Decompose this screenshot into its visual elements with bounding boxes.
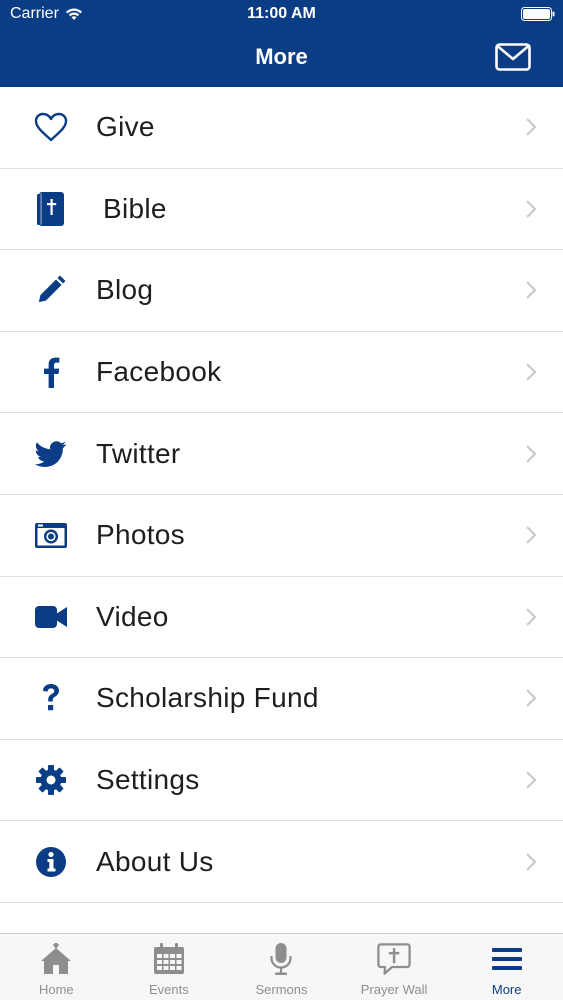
facebook-icon <box>33 354 69 390</box>
menu-item-settings[interactable]: Settings <box>0 739 563 822</box>
page-title: More <box>255 44 308 69</box>
chevron-right-icon <box>526 281 537 300</box>
chevron-right-icon <box>526 444 537 463</box>
more-menu-list: Give Bible Blog Facebook Twitter Photos … <box>0 87 563 903</box>
question-mark-icon <box>33 680 69 716</box>
menu-item-about-us[interactable]: About Us <box>0 821 563 903</box>
menu-item-label: Scholarship Fund <box>96 682 319 714</box>
menu-item-photos[interactable]: Photos <box>0 494 563 577</box>
camera-icon <box>33 517 69 553</box>
chevron-right-icon <box>526 363 537 381</box>
status-bar: Carrier 11:00 AM <box>0 0 563 28</box>
chevron-right-icon <box>526 200 537 218</box>
menu-item-label: Twitter <box>96 437 181 469</box>
menu-item-label: Facebook <box>96 356 222 388</box>
video-camera-icon <box>33 599 69 635</box>
more-screen: Carrier 11:00 AM More Give Bible Blog Fa… <box>0 0 563 1000</box>
tab-label: Sermons <box>255 982 308 997</box>
bible-icon <box>33 191 69 227</box>
hamburger-menu-icon <box>490 942 524 976</box>
menu-item-give[interactable]: Give <box>0 87 563 169</box>
status-time: 11:00 AM <box>247 5 316 22</box>
chevron-right-icon <box>526 771 537 789</box>
calendar-icon <box>152 942 186 976</box>
menu-item-label: Photos <box>96 519 185 551</box>
gear-icon <box>33 762 69 798</box>
menu-item-label: Video <box>96 600 169 632</box>
tab-bar: Home Events Sermons Prayer Wall More <box>0 933 563 1000</box>
chevron-right-icon <box>526 118 537 137</box>
chevron-right-icon <box>526 689 537 708</box>
tab-label: Home <box>38 982 74 997</box>
envelope-icon <box>495 43 531 71</box>
tab-events[interactable]: Events <box>113 934 226 1000</box>
menu-item-twitter[interactable]: Twitter <box>0 413 563 495</box>
menu-item-blog[interactable]: Blog <box>0 250 563 332</box>
menu-item-label: Give <box>96 111 155 143</box>
menu-item-label: Blog <box>96 274 154 306</box>
chevron-right-icon <box>526 852 537 871</box>
menu-item-label: Bible <box>103 192 167 224</box>
tab-sermons[interactable]: Sermons <box>225 934 338 1000</box>
info-icon <box>33 844 69 880</box>
menu-item-bible[interactable]: Bible <box>0 168 563 251</box>
battery-icon <box>521 7 555 21</box>
menu-item-label: About Us <box>96 845 214 877</box>
twitter-icon <box>33 436 69 472</box>
microphone-icon <box>264 942 298 976</box>
menu-item-label: Settings <box>96 764 200 796</box>
tab-label: Prayer Wall <box>360 982 428 997</box>
chevron-right-icon <box>526 526 537 544</box>
menu-item-video[interactable]: Video <box>0 576 563 659</box>
mail-button[interactable] <box>495 42 531 72</box>
tab-more[interactable]: More <box>450 934 563 1000</box>
tab-label: Events <box>149 982 189 997</box>
pencil-icon <box>33 272 69 308</box>
speech-bubble-cross-icon <box>377 942 411 976</box>
menu-item-facebook[interactable]: Facebook <box>0 331 563 414</box>
chevron-right-icon <box>526 608 537 626</box>
house-icon <box>39 942 73 976</box>
tab-home[interactable]: Home <box>0 934 113 1000</box>
menu-item-scholarship-fund[interactable]: Scholarship Fund <box>0 658 563 740</box>
tab-prayer-wall[interactable]: Prayer Wall <box>338 934 451 1000</box>
header: Carrier 11:00 AM More <box>0 0 563 87</box>
tab-label: More <box>491 982 522 997</box>
heart-icon <box>33 109 69 145</box>
